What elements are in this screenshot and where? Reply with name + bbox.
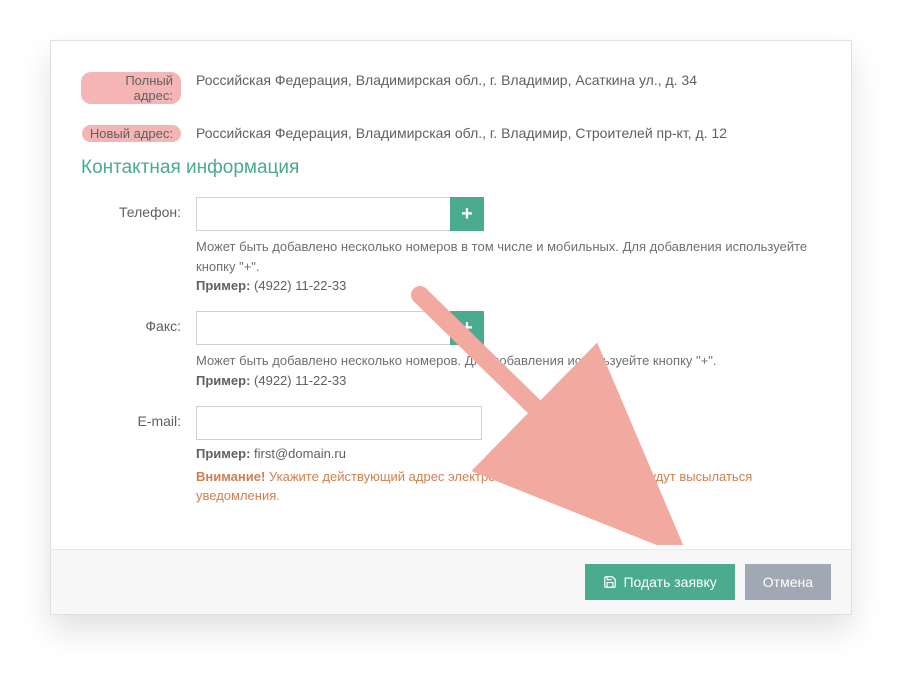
email-example: Пример: first@domain.ru <box>196 446 821 461</box>
phone-input-line: + <box>196 197 821 231</box>
full-address-label: Полный адрес: <box>81 72 181 104</box>
fax-help: Может быть добавлено несколько номеров. … <box>196 351 821 371</box>
fax-area: + Может быть добавлено несколько номеров… <box>196 311 821 388</box>
phone-input[interactable] <box>196 197 451 231</box>
email-area: Пример: first@domain.ru Внимание! Укажит… <box>196 406 821 506</box>
fax-input[interactable] <box>196 311 451 345</box>
fax-add-button[interactable]: + <box>450 311 484 345</box>
email-input-line <box>196 406 821 440</box>
form-content: Полный адрес: Российская Федерация, Влад… <box>51 41 851 549</box>
email-warn-label: Внимание! <box>196 469 265 484</box>
form-footer: Подать заявку Отмена <box>51 549 851 614</box>
full-address-label-col: Полный адрес: <box>81 66 196 104</box>
submit-button-label: Подать заявку <box>623 574 716 590</box>
email-label: E-mail: <box>81 406 196 506</box>
phone-help: Может быть добавлено несколько номеров в… <box>196 237 821 276</box>
plus-icon: + <box>461 204 473 224</box>
fax-example-label: Пример: <box>196 373 250 388</box>
fax-example-value: (4922) 11-22-33 <box>254 373 346 388</box>
new-address-value: Российская Федерация, Владимирская обл.,… <box>196 119 821 142</box>
full-address-row: Полный адрес: Российская Федерация, Влад… <box>81 66 821 104</box>
phone-label: Телефон: <box>81 197 196 293</box>
cancel-button-label: Отмена <box>763 574 813 590</box>
phone-example-label: Пример: <box>196 278 250 293</box>
email-input[interactable] <box>196 406 482 440</box>
submit-button[interactable]: Подать заявку <box>585 564 734 600</box>
phone-add-button[interactable]: + <box>450 197 484 231</box>
contact-section-title: Контактная информация <box>81 157 821 179</box>
form-panel: Полный адрес: Российская Федерация, Влад… <box>50 40 852 615</box>
fax-label: Факс: <box>81 311 196 388</box>
email-row: E-mail: Пример: first@domain.ru Внимание… <box>81 406 821 506</box>
fax-example: Пример: (4922) 11-22-33 <box>196 373 821 388</box>
phone-row: Телефон: + Может быть добавлено нескольк… <box>81 197 821 293</box>
email-warning: Внимание! Укажите действующий адрес элек… <box>196 467 821 506</box>
phone-example: Пример: (4922) 11-22-33 <box>196 278 821 293</box>
save-icon <box>603 575 617 589</box>
cancel-button[interactable]: Отмена <box>745 564 831 600</box>
email-example-value: first@domain.ru <box>254 446 346 461</box>
fax-input-line: + <box>196 311 821 345</box>
new-address-row: Новый адрес: Российская Федерация, Влади… <box>81 119 821 142</box>
phone-example-value: (4922) 11-22-33 <box>254 278 346 293</box>
fax-row: Факс: + Может быть добавлено несколько н… <box>81 311 821 388</box>
new-address-label-col: Новый адрес: <box>81 119 196 142</box>
email-example-label: Пример: <box>196 446 250 461</box>
phone-area: + Может быть добавлено несколько номеров… <box>196 197 821 293</box>
new-address-label: Новый адрес: <box>82 125 181 142</box>
email-warn-text: Укажите действующий адрес электронной по… <box>196 469 752 504</box>
full-address-value: Российская Федерация, Владимирская обл.,… <box>196 66 821 104</box>
plus-icon: + <box>461 318 473 338</box>
